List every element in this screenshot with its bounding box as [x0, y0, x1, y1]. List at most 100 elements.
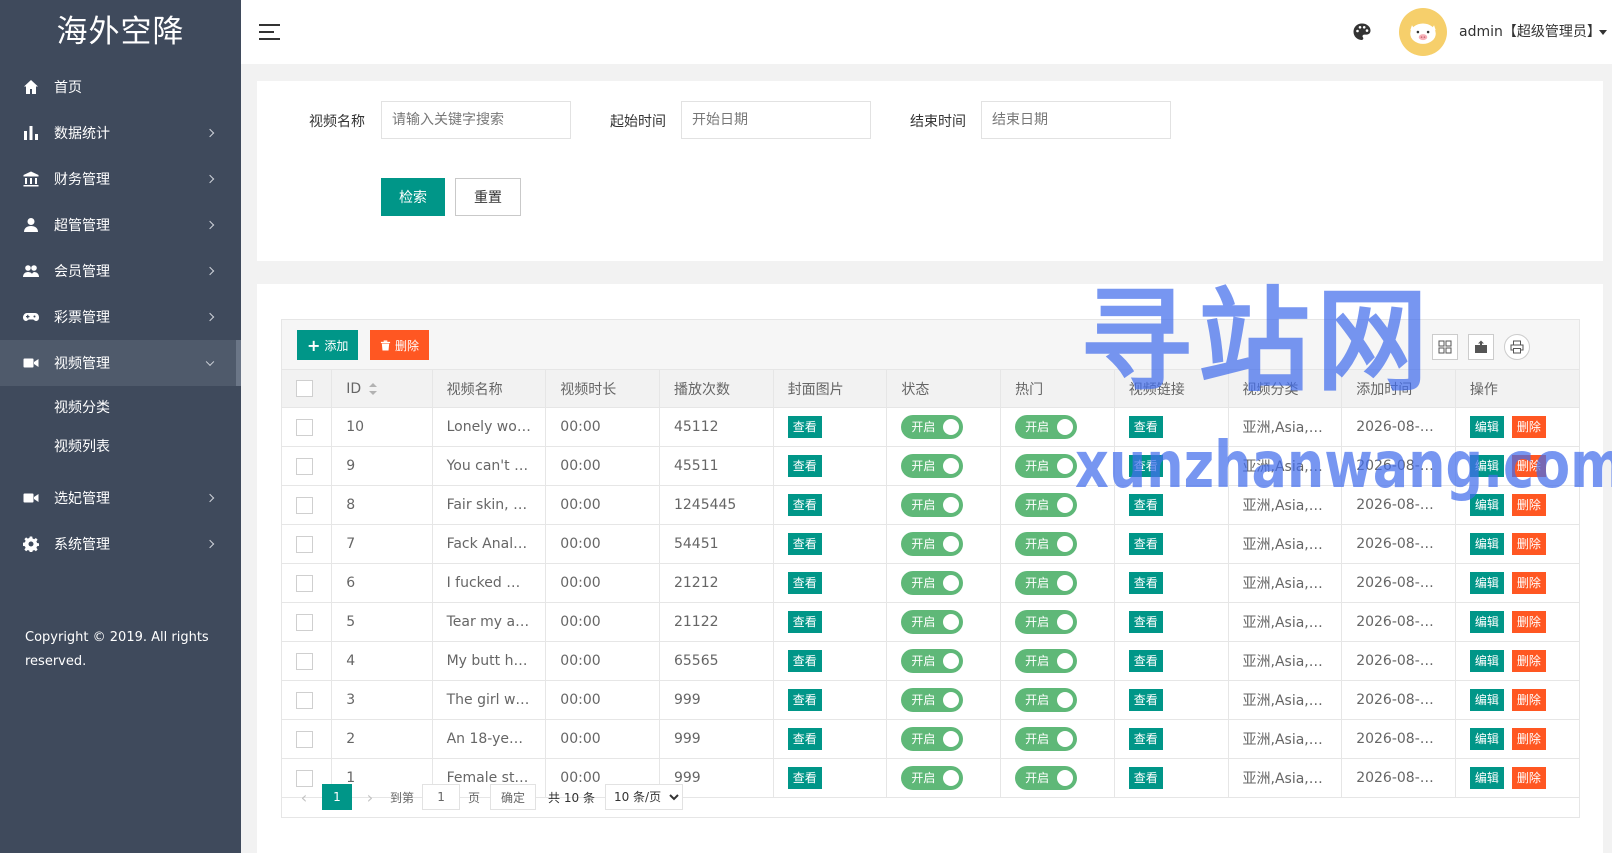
view-link-button[interactable]: 查看	[1128, 455, 1163, 477]
edit-button[interactable]: 编辑	[1469, 572, 1504, 594]
print-icon[interactable]	[1504, 334, 1530, 360]
sidebar-item-admins[interactable]: 超管管理	[0, 202, 241, 248]
hot-toggle[interactable]: 开启	[1015, 454, 1078, 478]
search-button[interactable]: 检索	[381, 178, 445, 216]
status-toggle[interactable]: 开启	[901, 688, 964, 712]
row-checkbox[interactable]	[296, 730, 313, 748]
bulk-delete-button[interactable]: 删除	[370, 330, 430, 360]
reset-button[interactable]: 重置	[455, 178, 521, 216]
edit-button[interactable]: 编辑	[1469, 611, 1504, 633]
view-cover-button[interactable]: 查看	[787, 455, 822, 477]
status-toggle[interactable]: 开启	[901, 727, 964, 751]
delete-button[interactable]: 删除	[1511, 689, 1546, 711]
hot-toggle[interactable]: 开启	[1015, 571, 1078, 595]
hot-toggle[interactable]: 开启	[1015, 610, 1078, 634]
app-logo[interactable]: 海外空降	[0, 0, 241, 64]
status-toggle[interactable]: 开启	[901, 532, 964, 556]
view-cover-button[interactable]: 查看	[787, 533, 822, 555]
view-link-button[interactable]: 查看	[1128, 689, 1163, 711]
row-checkbox[interactable]	[296, 457, 313, 475]
hot-toggle[interactable]: 开启	[1015, 727, 1078, 751]
palette-icon[interactable]	[1352, 22, 1372, 42]
hot-toggle[interactable]: 开启	[1015, 688, 1078, 712]
row-checkbox[interactable]	[296, 652, 313, 670]
sidebar-item-members[interactable]: 会员管理	[0, 248, 241, 294]
view-cover-button[interactable]: 查看	[787, 572, 822, 594]
current-page[interactable]: 1	[322, 784, 352, 810]
column-header-id[interactable]: ID	[331, 369, 433, 408]
view-link-button[interactable]: 查看	[1128, 494, 1163, 516]
sidebar-item-home[interactable]: 首页	[0, 64, 241, 110]
video-name-input[interactable]	[381, 101, 571, 139]
view-cover-button[interactable]: 查看	[787, 416, 822, 438]
hot-toggle[interactable]: 开启	[1015, 649, 1078, 673]
add-button[interactable]: + 添加	[297, 330, 359, 360]
goto-page-input[interactable]	[422, 784, 461, 810]
sidebar-item-finance[interactable]: 财务管理	[0, 156, 241, 202]
sidebar-item-system[interactable]: 系统管理	[0, 521, 241, 567]
status-toggle[interactable]: 开启	[901, 649, 964, 673]
view-link-button[interactable]: 查看	[1128, 611, 1163, 633]
hot-toggle[interactable]: 开启	[1015, 493, 1078, 517]
delete-button[interactable]: 删除	[1511, 455, 1546, 477]
row-checkbox[interactable]	[296, 535, 313, 553]
submenu-item-video-list[interactable]: 视频列表	[0, 428, 241, 467]
status-toggle[interactable]: 开启	[901, 571, 964, 595]
status-toggle[interactable]: 开启	[901, 454, 964, 478]
edit-button[interactable]: 编辑	[1469, 494, 1504, 516]
cell-hot: 开启	[1000, 563, 1115, 603]
sort-icon[interactable]	[369, 382, 378, 395]
start-date-input[interactable]	[681, 101, 871, 139]
view-cover-button[interactable]: 查看	[787, 728, 822, 750]
hot-toggle[interactable]: 开启	[1015, 415, 1078, 439]
view-cover-button[interactable]: 查看	[787, 494, 822, 516]
next-page-icon[interactable]: ›	[360, 784, 380, 810]
page-size-select[interactable]: 10 条/页	[604, 784, 683, 810]
view-link-button[interactable]: 查看	[1128, 728, 1163, 750]
delete-button[interactable]: 删除	[1511, 533, 1546, 555]
view-link-button[interactable]: 查看	[1128, 416, 1163, 438]
row-checkbox[interactable]	[296, 496, 313, 514]
row-checkbox[interactable]	[296, 691, 313, 709]
row-checkbox[interactable]	[296, 574, 313, 592]
edit-button[interactable]: 编辑	[1469, 416, 1504, 438]
status-toggle[interactable]: 开启	[901, 415, 964, 439]
delete-button[interactable]: 删除	[1511, 494, 1546, 516]
export-icon[interactable]	[1468, 334, 1494, 360]
select-all-checkbox[interactable]	[296, 380, 313, 397]
caret-down-icon[interactable]	[1599, 30, 1607, 35]
sidebar-item-lottery[interactable]: 彩票管理	[0, 294, 241, 340]
goto-confirm-button[interactable]: 确定	[490, 784, 537, 810]
sidebar-item-selection[interactable]: 选妃管理	[0, 475, 241, 521]
row-checkbox[interactable]	[296, 418, 313, 436]
edit-button[interactable]: 编辑	[1469, 533, 1504, 555]
delete-button[interactable]: 删除	[1511, 728, 1546, 750]
view-link-button[interactable]: 查看	[1128, 572, 1163, 594]
delete-button[interactable]: 删除	[1511, 611, 1546, 633]
view-cover-button[interactable]: 查看	[787, 611, 822, 633]
view-cover-button[interactable]: 查看	[787, 689, 822, 711]
end-date-input[interactable]	[981, 101, 1171, 139]
delete-button[interactable]: 删除	[1511, 572, 1546, 594]
submenu-item-video-category[interactable]: 视频分类	[0, 389, 241, 428]
status-toggle[interactable]: 开启	[901, 493, 964, 517]
prev-page-icon[interactable]: ‹	[294, 784, 314, 810]
edit-button[interactable]: 编辑	[1469, 455, 1504, 477]
status-toggle[interactable]: 开启	[901, 610, 964, 634]
sidebar-item-statistics[interactable]: 数据统计	[0, 110, 241, 156]
edit-button[interactable]: 编辑	[1469, 689, 1504, 711]
user-menu[interactable]: admin【超级管理员】	[1459, 21, 1601, 41]
hot-toggle[interactable]: 开启	[1015, 532, 1078, 556]
delete-button[interactable]: 删除	[1511, 650, 1546, 672]
sidebar-item-video[interactable]: 视频管理	[0, 340, 241, 386]
delete-button[interactable]: 删除	[1511, 416, 1546, 438]
avatar[interactable]	[1399, 8, 1447, 56]
view-cover-button[interactable]: 查看	[787, 650, 822, 672]
edit-button[interactable]: 编辑	[1469, 650, 1504, 672]
view-link-button[interactable]: 查看	[1128, 650, 1163, 672]
columns-filter-icon[interactable]	[1432, 334, 1458, 360]
edit-button[interactable]: 编辑	[1469, 728, 1504, 750]
menu-toggle-icon[interactable]	[259, 24, 280, 40]
view-link-button[interactable]: 查看	[1128, 533, 1163, 555]
row-checkbox[interactable]	[296, 613, 313, 631]
